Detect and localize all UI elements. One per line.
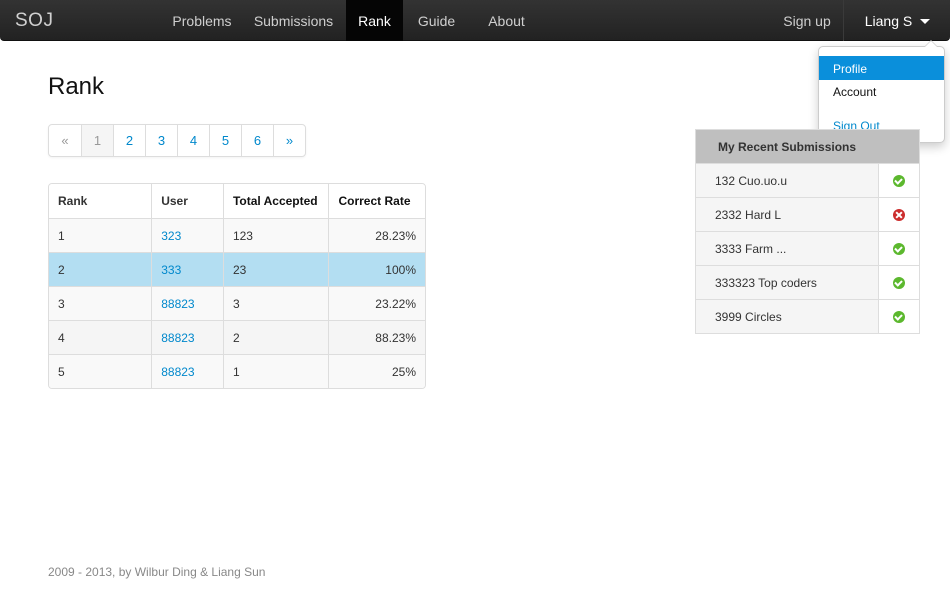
cell-accepted: 1: [222, 354, 329, 388]
table-row: 3 88823 3 23.22%: [49, 286, 425, 320]
cell-user-link[interactable]: 333: [151, 252, 223, 286]
column-header-user: User: [151, 184, 223, 218]
brand-logo[interactable]: SOJ: [15, 10, 53, 32]
column-header-rank: Rank: [49, 184, 152, 218]
cell-rate: 88.23%: [328, 320, 425, 354]
table-row: 4 88823 2 88.23%: [49, 320, 425, 354]
list-item[interactable]: 3999 Circles: [695, 299, 920, 334]
cell-accepted: 3: [222, 286, 329, 320]
cell-rank: 5: [49, 354, 152, 388]
list-item[interactable]: 3333 Farm ...: [695, 231, 920, 266]
cross-icon: [893, 209, 905, 222]
pagination: « 1 2 3 4 5 6 »: [48, 124, 306, 157]
recent-submissions-panel: My Recent Submissions 132 Cuo.uo.u 2332 …: [695, 129, 920, 334]
cell-accepted: 2: [222, 320, 329, 354]
cell-rate: 25%: [328, 354, 425, 388]
submission-label[interactable]: 333323 Top coders: [695, 265, 879, 300]
column-header-total-accepted: Total Accepted: [222, 184, 329, 218]
cell-user-link[interactable]: 88823: [151, 354, 223, 388]
nav-problems[interactable]: Problems: [163, 0, 241, 41]
check-icon: [893, 243, 905, 256]
menu-divider: [820, 107, 943, 108]
pagination-prev[interactable]: «: [49, 125, 81, 156]
cell-rank: 3: [49, 286, 152, 320]
cell-user-link[interactable]: 88823: [151, 320, 223, 354]
menu-item-profile[interactable]: Profile: [819, 56, 944, 80]
list-item[interactable]: 333323 Top coders: [695, 265, 920, 300]
user-menu-toggle[interactable]: Liang S: [845, 0, 950, 41]
pagination-page-1[interactable]: 1: [81, 125, 113, 156]
submission-label[interactable]: 2332 Hard L: [695, 197, 879, 232]
page-title: Rank: [48, 73, 105, 100]
cell-rank: 2: [49, 252, 152, 286]
table-row-highlighted: 2 333 23 100%: [49, 252, 425, 286]
recent-submissions-title: My Recent Submissions: [695, 129, 920, 164]
cell-rate: 100%: [328, 252, 425, 286]
nav-submissions[interactable]: Submissions: [243, 0, 344, 41]
user-name: Liang S: [864, 13, 913, 29]
check-icon: [893, 311, 905, 324]
cell-rank: 4: [49, 320, 152, 354]
nav-about[interactable]: About: [474, 0, 539, 41]
nav-rank[interactable]: Rank: [346, 0, 403, 41]
table-row: 1 323 123 28.23%: [49, 218, 425, 252]
pagination-page-6[interactable]: 6: [241, 125, 273, 156]
caret-down-icon: [920, 18, 931, 24]
menu-item-account[interactable]: Account: [819, 79, 944, 103]
cell-accepted: 123: [222, 218, 329, 252]
top-navbar: SOJ Problems Submissions Rank Guide Abou…: [0, 0, 950, 41]
pagination-page-4[interactable]: 4: [177, 125, 209, 156]
rank-table: Rank User Total Accepted Correct Rate 1 …: [48, 183, 426, 389]
cell-user-link[interactable]: 88823: [151, 286, 223, 320]
submission-label[interactable]: 3999 Circles: [695, 299, 879, 334]
nav-signup[interactable]: Sign up: [772, 0, 842, 41]
footer-credits: 2009 - 2013, by Wilbur Ding & Liang Sun: [48, 565, 266, 579]
nav-guide[interactable]: Guide: [404, 0, 469, 41]
cell-accepted: 23: [222, 252, 329, 286]
pagination-page-2[interactable]: 2: [113, 125, 145, 156]
nav-divider: [843, 0, 844, 41]
cell-rate: 23.22%: [328, 286, 425, 320]
pagination-next[interactable]: »: [273, 125, 305, 156]
list-item[interactable]: 132 Cuo.uo.u: [695, 163, 920, 198]
check-icon: [893, 175, 905, 188]
column-header-correct-rate: Correct Rate: [328, 184, 425, 218]
pagination-page-5[interactable]: 5: [209, 125, 241, 156]
list-item[interactable]: 2332 Hard L: [695, 197, 920, 232]
rank-table-header: Rank User Total Accepted Correct Rate: [49, 184, 425, 218]
check-icon: [893, 277, 905, 290]
cell-rate: 28.23%: [328, 218, 425, 252]
cell-rank: 1: [49, 218, 152, 252]
submission-label[interactable]: 3333 Farm ...: [695, 231, 879, 266]
dropdown-arrow: [924, 40, 938, 47]
table-row: 5 88823 1 25%: [49, 354, 425, 388]
cell-user-link[interactable]: 323: [151, 218, 223, 252]
pagination-page-3[interactable]: 3: [145, 125, 177, 156]
submission-label[interactable]: 132 Cuo.uo.u: [695, 163, 879, 198]
